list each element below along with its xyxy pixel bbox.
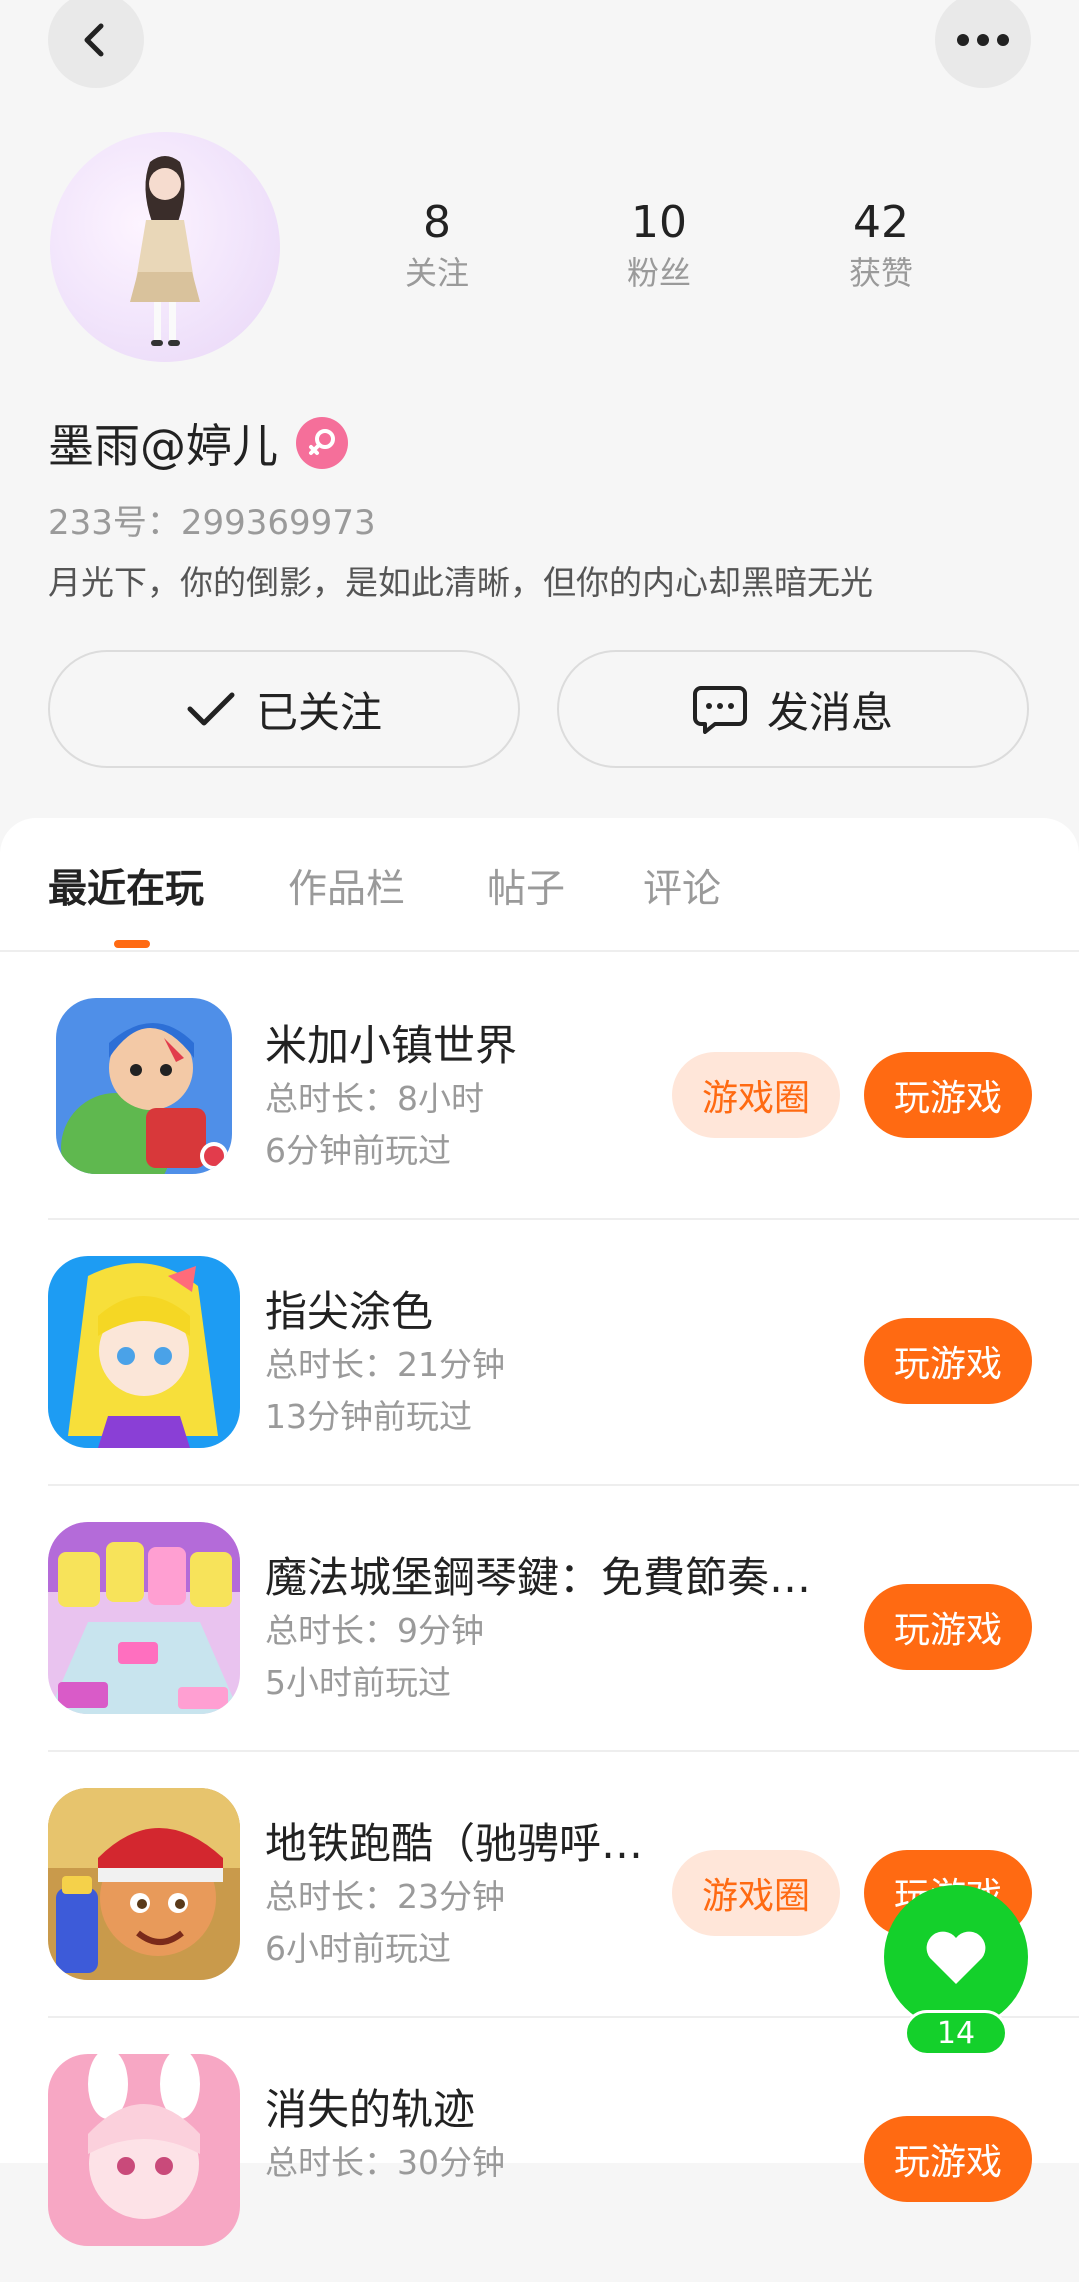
profile-name-row: 墨雨@婷儿 <box>48 410 348 476</box>
avatar-figure <box>130 156 200 346</box>
profile-name: 墨雨@婷儿 <box>48 419 278 473</box>
game-icon <box>56 998 232 1174</box>
tab-comments[interactable]: 评论 <box>643 858 721 914</box>
play-game-button[interactable]: 玩游戏 <box>864 1052 1032 1138</box>
game-duration: 总时长：21分钟 <box>265 1345 505 1384</box>
active-tab-indicator <box>114 940 150 948</box>
game-last-played: 6小时前玩过 <box>265 1929 451 1968</box>
game-title: 指尖涂色 <box>265 1287 434 1336</box>
game-last-played: 5小时前玩过 <box>265 1663 451 1702</box>
user-id: 233号：299369973 <box>48 503 376 543</box>
tab-recently-played[interactable]: 最近在玩 <box>48 858 204 914</box>
game-circle-button[interactable]: 游戏圈 <box>672 1052 840 1138</box>
game-icon <box>48 2054 240 2246</box>
favorite-button[interactable] <box>884 1885 1028 2029</box>
game-duration: 总时长：30分钟 <box>265 2143 505 2182</box>
tab-works[interactable]: 作品栏 <box>288 858 405 914</box>
game-icon <box>48 1256 240 1448</box>
stat-label: 关注 <box>404 254 469 292</box>
play-game-button[interactable]: 玩游戏 <box>864 1318 1032 1404</box>
stat-following[interactable]: 8 关注 <box>357 195 517 295</box>
game-title: 魔法城堡鋼琴鍵：免費節奏… <box>265 1553 812 1602</box>
heart-icon <box>926 1931 986 1984</box>
back-button[interactable] <box>48 0 144 88</box>
followed-button[interactable]: 已关注 <box>48 650 520 768</box>
game-row[interactable]: 米加小镇世界 总时长：8小时 6分钟前玩过 游戏圈 玩游戏 <box>48 952 1079 1220</box>
game-icon <box>48 1788 240 1980</box>
stat-label: 获赞 <box>848 254 913 292</box>
send-message-button[interactable]: 发消息 <box>557 650 1029 768</box>
tab-bar: 最近在玩 作品栏 帖子 评论 <box>0 818 1079 952</box>
check-icon <box>187 692 235 726</box>
play-game-button[interactable]: 玩游戏 <box>864 2116 1032 2202</box>
game-circle-button[interactable]: 游戏圈 <box>672 1850 840 1936</box>
game-row[interactable]: 指尖涂色 总时长：21分钟 13分钟前玩过 玩游戏 <box>48 1218 1079 1486</box>
game-title: 地铁跑酷（驰骋呼… <box>265 1819 644 1868</box>
chevron-left-icon <box>84 23 104 57</box>
tab-posts[interactable]: 帖子 <box>487 858 565 914</box>
more-options-button[interactable] <box>935 0 1031 88</box>
game-icon <box>48 1522 240 1714</box>
game-title: 消失的轨迹 <box>265 2085 476 2134</box>
stat-likes[interactable]: 42 获赞 <box>801 195 961 295</box>
game-row[interactable]: 魔法城堡鋼琴鍵：免費節奏… 总时长：9分钟 5小时前玩过 玩游戏 <box>48 1484 1079 1752</box>
profile-bio: 月光下，你的倒影，是如此清晰，但你的内心却黑暗无光 <box>48 563 873 602</box>
female-icon <box>296 417 348 469</box>
favorite-count-badge: 14 <box>904 2010 1008 2056</box>
game-duration: 总时长：23分钟 <box>265 1877 505 1916</box>
game-last-played: 6分钟前玩过 <box>265 1131 451 1170</box>
play-game-button[interactable]: 玩游戏 <box>864 1584 1032 1670</box>
avatar[interactable] <box>50 132 280 362</box>
chat-bubble-icon <box>692 686 747 734</box>
stat-value: 10 <box>631 197 687 248</box>
stat-fans[interactable]: 10 粉丝 <box>579 195 739 295</box>
game-duration: 总时长：8小时 <box>265 1079 484 1118</box>
game-duration: 总时长：9分钟 <box>265 1611 484 1650</box>
game-title: 米加小镇世界 <box>265 1021 518 1070</box>
stat-label: 粉丝 <box>626 254 691 292</box>
more-dots-icon <box>957 34 1009 46</box>
stat-value: 42 <box>853 197 909 248</box>
send-message-label: 发消息 <box>766 687 893 737</box>
game-last-played: 13分钟前玩过 <box>265 1397 472 1436</box>
followed-label: 已关注 <box>255 687 382 737</box>
stat-value: 8 <box>423 197 451 248</box>
